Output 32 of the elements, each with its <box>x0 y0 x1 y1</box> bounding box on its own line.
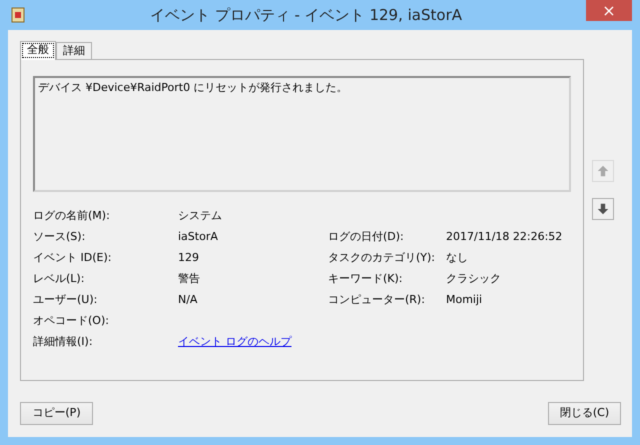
field-value: なし <box>446 251 468 264</box>
field-label: レベル(L): <box>33 272 84 286</box>
field-value: N/A <box>178 293 198 306</box>
field-value: iaStorA <box>178 230 218 244</box>
field-value: Momiji <box>446 293 482 306</box>
field-label: 詳細情報(I): <box>33 335 93 348</box>
close-button[interactable]: × <box>586 0 632 21</box>
field-label: イベント ID(E): <box>33 251 112 264</box>
field-label: オペコード(O): <box>33 314 109 328</box>
field-value: システム <box>178 209 222 222</box>
help-link[interactable]: イベント ログのヘルプ <box>178 335 292 348</box>
field-label: ソース(S): <box>33 230 86 244</box>
field-label: キーワード(K): <box>328 272 403 286</box>
message-box: デバイス ¥Device¥RaidPort0 にリセットが発行されました。 <box>33 76 571 192</box>
close-dialog-button[interactable]: 閉じる(C) <box>548 402 621 425</box>
app-icon <box>10 7 26 23</box>
field-label: ログの日付(D): <box>328 230 404 244</box>
down-arrow-icon <box>596 202 610 216</box>
field-value: クラシック <box>446 272 501 286</box>
window-title: イベント プロパティ - イベント 129, iaStorA <box>148 4 464 26</box>
field-label: ユーザー(U): <box>33 293 98 306</box>
field-value: 警告 <box>178 272 200 286</box>
next-button[interactable] <box>592 198 614 220</box>
field-label: タスクのカテゴリ(Y): <box>328 251 436 264</box>
field-label: コンピューター(R): <box>328 293 425 306</box>
field-label: ログの名前(M): <box>33 209 110 222</box>
field-value: 2017/11/18 22:26:52 <box>446 230 562 244</box>
up-arrow-icon <box>596 164 610 178</box>
tab[interactable]: 全般 <box>20 41 56 60</box>
copy-button[interactable]: コピー(P) <box>20 402 93 425</box>
field-value: 129 <box>178 251 199 264</box>
tab[interactable]: 詳細 <box>56 42 92 59</box>
